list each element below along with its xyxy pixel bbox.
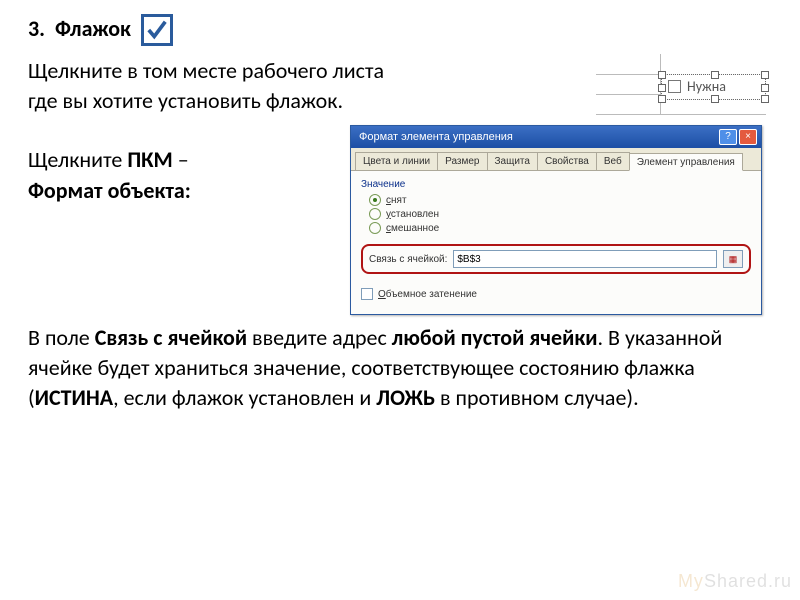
heading-title: Флажок [55,15,131,42]
close-button[interactable]: × [739,129,757,145]
checkbox-icon [361,288,373,300]
tab-size[interactable]: Размер [437,152,487,170]
radio2-rest: мешанное [391,223,439,234]
radio1-rest: становлен [391,209,439,220]
tab-web[interactable]: Веб [596,152,630,170]
p2-b2: любой пустой ячейки [392,324,598,351]
paragraph-2: В поле Связь с ячейкой введите адрес люб… [28,323,772,412]
p2-b3: ИСТИНА [35,384,113,411]
p2-b1: Связь с ячейкой [95,324,247,351]
radio-checked[interactable]: установлен [369,208,751,220]
radio-unchecked[interactable]: снят [369,194,751,206]
tab-colors-lines[interactable]: Цвета и линии [355,152,438,170]
checkbox-icon [141,14,173,46]
tab-control[interactable]: Элемент управления [629,153,743,171]
radio-mixed[interactable]: смешанное [369,222,751,234]
p2-t5: в противном случае). [435,384,639,411]
watermark: MyShared.ru [678,571,792,592]
watermark-left: My [678,571,704,591]
worksheet-sample: Нужна [596,54,766,118]
help-button[interactable]: ? [719,129,737,145]
p2-b4: ЛОЖЬ [376,384,435,411]
dialog-titlebar: Формат элемента управления ? × [351,126,761,148]
dialog-title: Формат элемента управления [359,131,513,143]
checkbox-label: Нужна [687,78,726,95]
watermark-right: Shared [704,571,768,591]
shadow-row[interactable]: Объемное затенение [361,288,751,300]
tab-properties[interactable]: Свойства [537,152,597,170]
rmb-rest: Формат объекта: [28,177,191,204]
p2-t4: , если флажок установлен и [113,384,376,411]
radio0-rest: нят [391,195,407,206]
dialog-body: Значение снят установлен смешанное Связь… [351,171,761,314]
rmb-pkm: ПКМ [127,146,172,173]
shadow-u: О [378,289,386,300]
cell-link-input[interactable] [453,250,717,268]
cell-link-label: Связь с ячейкой: [369,254,447,265]
dialog-tabs: Цвета и линии Размер Защита Свойства Веб… [351,148,761,171]
rmb-dash: – [173,146,189,173]
rmb-prefix: Щелкните [28,146,127,173]
radio-icon [369,208,381,220]
format-control-dialog: Формат элемента управления ? × Цвета и л… [350,125,762,315]
para1-line2: где вы хотите установить флажок. [28,87,343,114]
radio-icon [369,222,381,234]
radio-icon [369,194,381,206]
heading-number: 3. [28,15,45,42]
value-group-label: Значение [361,179,751,190]
ref-picker-button[interactable]: ▦ [723,250,743,268]
section-heading: 3. Флажок [28,12,772,44]
checkbox-icon [668,80,681,93]
rmb-instruction: Щелкните ПКМ – Формат объекта: [28,125,338,207]
p2-t2: введите адрес [247,324,392,351]
form-checkbox-selected[interactable]: Нужна [661,74,766,100]
cell-link-row: Связь с ячейкой: ▦ [361,244,751,274]
shadow-rest: бъемное затенение [386,289,477,300]
p2-t1: В поле [28,324,95,351]
tab-protection[interactable]: Защита [487,152,538,170]
para1-line1: Щелкните в том месте рабочего листа [28,57,384,84]
